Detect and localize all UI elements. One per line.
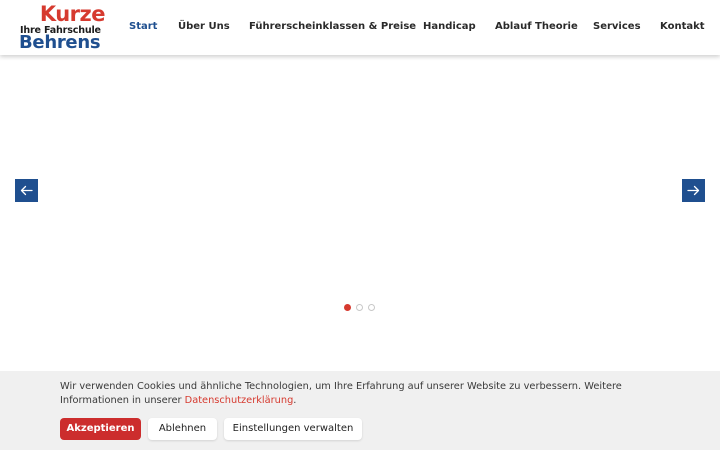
logo[interactable]: Kurze Ihre Fahrschule Behrens [19,2,107,53]
cookie-text: Wir verwenden Cookies und ähnliche Techn… [60,381,622,406]
accept-button[interactable]: Akzeptieren [60,418,141,440]
logo-behrens: Behrens [19,32,101,53]
cookie-banner: Wir verwenden Cookies und ähnliche Techn… [0,371,720,450]
nav-item-ueber-uns[interactable]: Über Uns [178,20,230,34]
site-header: Kurze Ihre Fahrschule Behrens Start Über… [0,0,720,55]
nav-item-ablauf-theorie[interactable]: Ablauf Theorie [495,20,578,34]
manage-settings-button[interactable]: Einstellungen verwalten [224,418,362,440]
decline-button[interactable]: Ablehnen [148,418,217,440]
arrow-left-icon [20,185,33,196]
slider-dot-1[interactable] [344,304,351,311]
slider-dot-2[interactable] [356,304,363,311]
slider-dot-3[interactable] [368,304,375,311]
nav-item-handicap[interactable]: Handicap [423,20,476,34]
cookie-message: Wir verwenden Cookies und ähnliche Techn… [60,380,670,408]
slider-next-button[interactable] [682,179,705,202]
nav-item-start[interactable]: Start [129,20,157,34]
slider-prev-button[interactable] [15,179,38,202]
privacy-policy-link[interactable]: Datenschutzerklärung [185,395,294,406]
cookie-text-end: . [293,395,297,406]
arrow-right-icon [687,185,700,196]
hero-slider [0,55,720,371]
nav-item-kontakt[interactable]: Kontakt [660,20,705,34]
logo-kurze: Kurze [39,2,106,26]
nav-item-services[interactable]: Services [593,20,641,34]
nav-item-fuehrerscheinklassen[interactable]: Führerscheinklassen & Preise [249,20,416,34]
